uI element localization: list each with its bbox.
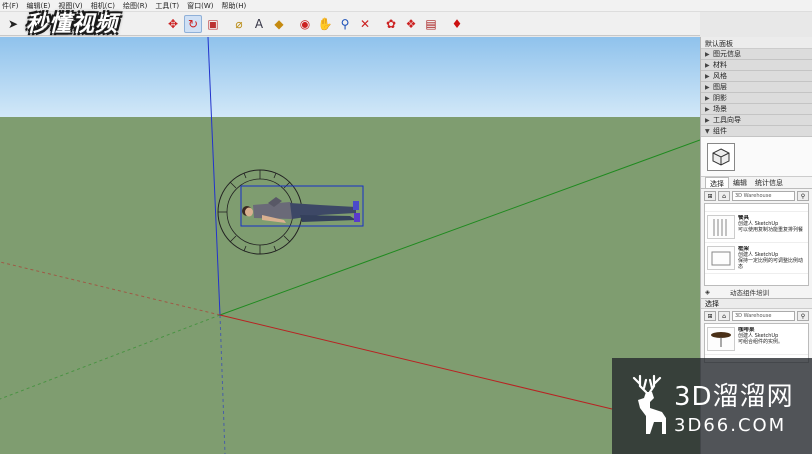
select-icon[interactable]: ➤: [4, 15, 22, 33]
text-icon[interactable]: A: [250, 15, 268, 33]
tab-select[interactable]: 选择: [705, 177, 729, 188]
pan-icon[interactable]: ✋: [316, 15, 334, 33]
dynamic-component-icon[interactable]: ◈: [705, 288, 710, 296]
search-input-2[interactable]: 3D Warehouse: [732, 311, 795, 321]
menu-tools[interactable]: 工具(T): [155, 1, 179, 11]
watermark-sub-text: 3D66.COM: [674, 415, 787, 436]
circle-icon[interactable]: [124, 15, 142, 33]
results-list-2: 咖啡桌 创建人 SketchUp 可组合组件的实例。: [704, 323, 809, 363]
dynamic-training-label[interactable]: 动态组件培训: [730, 287, 769, 297]
expand-arrow-icon: ▶: [705, 83, 710, 91]
result-thumbnail: [707, 246, 735, 270]
result-desc: 可组合组件的实例。: [738, 339, 784, 345]
components-tabs: 选择 编辑 统计信息: [701, 177, 812, 189]
scale-icon[interactable]: ▣: [204, 15, 222, 33]
axis-green-negative: [0, 314, 221, 400]
menu-draw[interactable]: 绘图(R): [123, 1, 147, 11]
result-desc: 可以使用复制功能重复排列餐: [738, 227, 804, 233]
search-row: ⊞ ⌂ 3D Warehouse ⚲: [701, 189, 812, 203]
modeling-viewport[interactable]: [0, 37, 700, 454]
tab-edit[interactable]: 编辑: [729, 177, 751, 188]
search-row-2: ⊞ ⌂ 3D Warehouse ⚲: [701, 309, 812, 323]
view-options-icon[interactable]: ⊞: [704, 191, 716, 201]
tray-layers[interactable]: ▶ 图层: [701, 82, 812, 93]
result-thumbnail: [707, 327, 735, 351]
select-section-label: 选择: [701, 298, 812, 309]
tape-icon[interactable]: ⌀: [230, 15, 248, 33]
move-icon[interactable]: ✥: [164, 15, 182, 33]
get-components-icon[interactable]: ▤: [422, 15, 440, 33]
tray-components[interactable]: ▼ 组件: [701, 126, 812, 137]
results-list: 餐具 创建人 SketchUp 可以使用复制功能重复排列餐 框架 创建人 Ske…: [704, 203, 809, 286]
zoom-extents-icon[interactable]: ✕: [356, 15, 374, 33]
expand-arrow-icon: ▶: [705, 105, 710, 113]
tray-shadows[interactable]: ▶ 阴影: [701, 93, 812, 104]
tray-entity-info[interactable]: ▶ 图元信息: [701, 49, 812, 60]
axis-red-negative: [0, 261, 221, 316]
watermark-main-text: 3D溜溜网: [674, 382, 794, 412]
axis-blue: [207, 37, 221, 316]
expand-arrow-icon: ▶: [705, 50, 710, 58]
collapse-arrow-icon: ▼: [705, 127, 710, 135]
list-item[interactable]: 框架 创建人 SketchUp 保持一定比例的可调整比例动态: [705, 243, 808, 274]
expand-arrow-icon: ▶: [705, 61, 710, 69]
share-model-icon[interactable]: ❖: [402, 15, 420, 33]
tray-instructor[interactable]: ▶ 工具向导: [701, 115, 812, 126]
home-icon[interactable]: ⌂: [718, 311, 730, 321]
result-desc: 保持一定比例的可调整比例动态: [738, 258, 804, 270]
search-icon[interactable]: ⚲: [797, 191, 809, 201]
axis-red: [219, 314, 613, 410]
arc-icon[interactable]: [144, 15, 162, 33]
expand-arrow-icon: ▶: [705, 116, 710, 124]
orbit-icon[interactable]: ◉: [296, 15, 314, 33]
viewport-canvas: [0, 37, 700, 454]
component-cube-icon: [707, 142, 735, 171]
watermark-logo-top: 秒懂视频: [26, 12, 119, 37]
view-options-icon[interactable]: ⊞: [704, 311, 716, 321]
result-item-partial: [705, 204, 808, 212]
tab-statistics[interactable]: 统计信息: [751, 177, 787, 188]
warehouse-icon[interactable]: ✿: [382, 15, 400, 33]
zoom-icon[interactable]: ⚲: [336, 15, 354, 33]
axis-blue-negative: [219, 314, 226, 454]
list-item[interactable]: 餐具 创建人 SketchUp 可以使用复制功能重复排列餐: [705, 212, 808, 243]
ruby-icon[interactable]: ♦: [448, 15, 466, 33]
list-item[interactable]: 咖啡桌 创建人 SketchUp 可组合组件的实例。: [705, 324, 808, 355]
expand-arrow-icon: ▶: [705, 72, 710, 80]
expand-arrow-icon: ▶: [705, 94, 710, 102]
search-input[interactable]: 3D Warehouse: [732, 191, 795, 201]
rotate-icon[interactable]: ↻: [184, 14, 202, 33]
home-icon[interactable]: ⌂: [718, 191, 730, 201]
menu-help[interactable]: 帮助(H): [221, 1, 246, 11]
menu-file[interactable]: 件(F): [2, 1, 19, 11]
panel-title: 默认面板: [701, 37, 812, 49]
tray-materials[interactable]: ▶ 材料: [701, 60, 812, 71]
component-preview: [701, 137, 812, 177]
result-thumbnail: [707, 215, 735, 239]
deer-logo-icon: [632, 374, 666, 434]
search-icon[interactable]: ⚲: [797, 311, 809, 321]
axis-green: [219, 139, 700, 316]
tray-scenes[interactable]: ▶ 场景: [701, 104, 812, 115]
menu-window[interactable]: 窗口(W): [187, 1, 213, 11]
watermark-logo-bottom: 3D溜溜网 3D66.COM: [612, 358, 812, 454]
dynamic-components-row: ◈ 动态组件培训: [701, 286, 812, 298]
tray-styles[interactable]: ▶ 风格: [701, 71, 812, 82]
menu-bar: 件(F) 编辑(E) 视图(V) 相机(C) 绘图(R) 工具(T) 窗口(W)…: [0, 0, 812, 12]
paint-bucket-icon[interactable]: ◆: [270, 15, 288, 33]
